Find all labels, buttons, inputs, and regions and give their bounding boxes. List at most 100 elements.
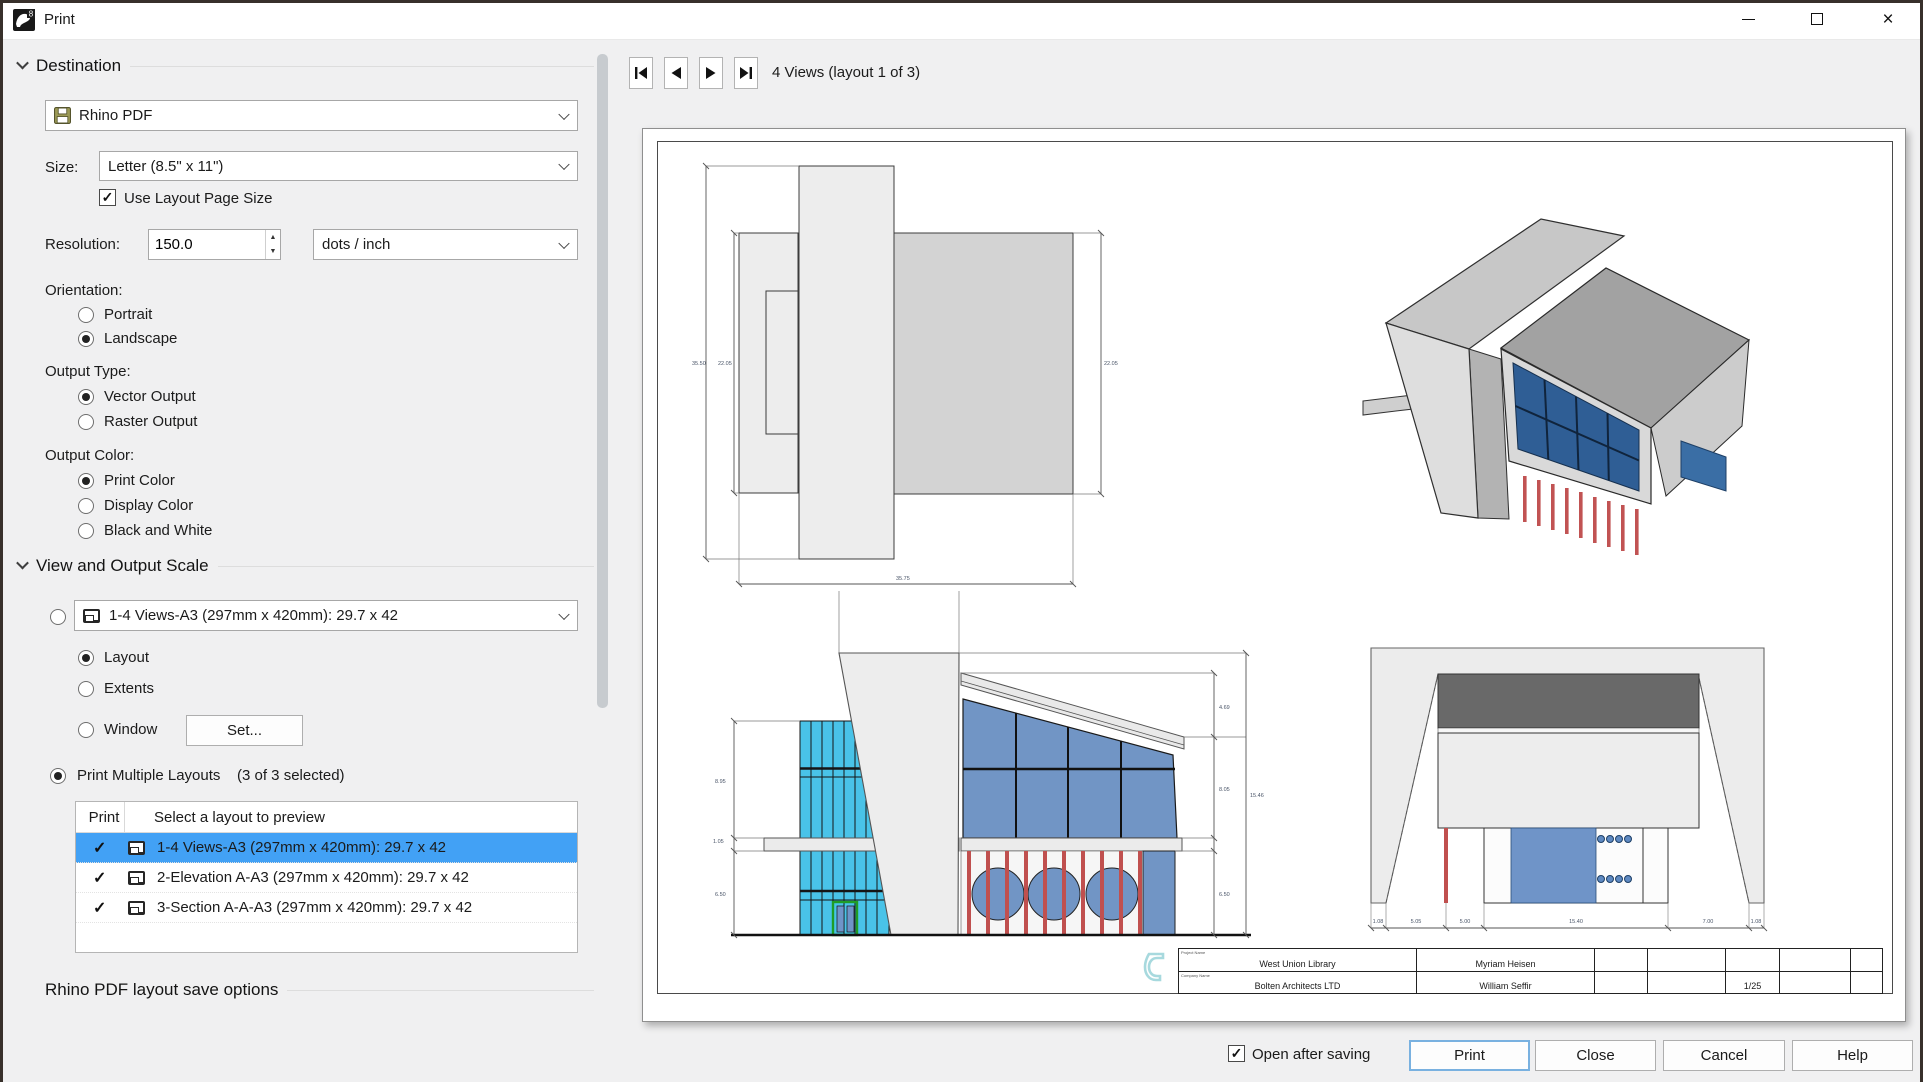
previous-layout-button[interactable]: [664, 57, 688, 89]
svg-text:8: 8: [29, 10, 34, 19]
title-block-row-1: Project Name West Union Library Myriam H…: [1179, 949, 1882, 972]
project-name-value: West Union Library: [1259, 959, 1335, 971]
area-layout-radio[interactable]: [78, 650, 94, 666]
section-dim-2: 5.05: [1411, 919, 1422, 925]
print-multiple-layouts-radio[interactable]: [50, 768, 66, 784]
layout-row-1[interactable]: ✓ 1-4 Views-A3 (297mm x 420mm): 29.7 x 4…: [76, 833, 577, 863]
maximize-icon: [1811, 13, 1823, 25]
resolution-units-value: dots / inch: [322, 236, 390, 253]
close-button[interactable]: ×: [1865, 2, 1911, 36]
spinner-up-icon[interactable]: ▲: [266, 230, 280, 245]
title-bar[interactable]: 8 Print ×: [0, 0, 1923, 40]
output-type-label: Output Type:: [45, 363, 131, 380]
plan-dim-bottom: 35.75: [896, 576, 910, 582]
raster-output-radio[interactable]: [78, 414, 94, 430]
layout-list-header: Print Select a layout to preview: [76, 802, 577, 833]
section-rule: [218, 566, 594, 567]
section-rule: [287, 990, 594, 991]
size-dropdown[interactable]: Letter (8.5" x 11"): [99, 151, 578, 181]
destination-header-label: Destination: [36, 56, 121, 76]
title-block: Project Name West Union Library Myriam H…: [1178, 948, 1883, 994]
single-layout-radio[interactable]: [50, 609, 66, 625]
layout-row-label: 1-4 Views-A3 (297mm x 420mm): 29.7 x 42: [157, 839, 446, 856]
layout-row-3[interactable]: ✓ 3-Section A-A-A3 (297mm x 420mm): 29.7…: [76, 893, 577, 923]
portrait-label: Portrait: [104, 306, 152, 323]
layout-row-2[interactable]: ✓ 2-Elevation A-A3 (297mm x 420mm): 29.7…: [76, 863, 577, 893]
panel-scrollbar-thumb[interactable]: [597, 54, 608, 708]
layout-column-header: Select a layout to preview: [154, 809, 325, 826]
view-output-scale-header-label: View and Output Scale: [36, 556, 209, 576]
titleblock-cell: [1851, 949, 1882, 971]
pdf-save-options-section-header[interactable]: Rhino PDF layout save options: [45, 980, 594, 1000]
size-label: Size:: [45, 159, 78, 176]
layout-scale-value: 1-4 Views-A3 (297mm x 420mm): 29.7 x 42: [109, 607, 398, 624]
minimize-button[interactable]: [1725, 2, 1771, 36]
scale-cell: 1/25: [1726, 972, 1780, 994]
floppy-icon: [54, 107, 71, 124]
layout-scale-dropdown[interactable]: 1-4 Views-A3 (297mm x 420mm): 29.7 x 42: [74, 600, 578, 631]
cancel-button[interactable]: Cancel: [1663, 1040, 1785, 1071]
spinner-down-icon[interactable]: ▼: [266, 245, 280, 260]
landscape-radio[interactable]: [78, 331, 94, 347]
check-icon[interactable]: ✓: [93, 868, 106, 888]
print-color-radio[interactable]: [78, 473, 94, 489]
check-icon: ✓: [1231, 1045, 1243, 1061]
portrait-radio[interactable]: [78, 307, 94, 323]
resolution-units-dropdown[interactable]: dots / inch: [313, 229, 578, 260]
print-multiple-layouts-count: (3 of 3 selected): [237, 767, 345, 784]
area-window-radio[interactable]: [78, 722, 94, 738]
area-extents-radio[interactable]: [78, 681, 94, 697]
vector-output-radio[interactable]: [78, 389, 94, 405]
minimize-icon: [1742, 19, 1755, 20]
plan-dim-right: 22.05: [1104, 361, 1118, 367]
print-column-header: Print: [85, 809, 123, 826]
vector-output-label: Vector Output: [104, 388, 196, 405]
chevron-down-icon: [558, 608, 569, 619]
check-icon[interactable]: ✓: [93, 838, 106, 858]
area-window-label: Window: [104, 721, 157, 738]
printer-dropdown[interactable]: Rhino PDF: [45, 100, 578, 131]
resolution-spinner[interactable]: ▲ ▼: [265, 230, 280, 259]
open-after-saving-checkbox[interactable]: ✓: [1228, 1045, 1245, 1062]
next-layout-button[interactable]: [699, 57, 723, 89]
titleblock-cell: [1648, 949, 1726, 971]
landscape-label: Landscape: [104, 330, 177, 347]
check-icon: ✓: [102, 189, 114, 205]
print-color-label: Print Color: [104, 472, 175, 489]
print-button[interactable]: Print: [1409, 1040, 1530, 1071]
chevron-down-icon: [16, 56, 29, 69]
company-name-cell: Company Name Bolten Architects LTD: [1179, 972, 1417, 994]
plan-view-drawing: 35.50 22.05 22.05 35.75: [691, 159, 1171, 629]
plan-dim-left-inner: 22.05: [718, 361, 732, 367]
display-color-radio[interactable]: [78, 498, 94, 514]
section-dim-1: 1.08: [1373, 919, 1384, 925]
use-layout-page-size-checkbox[interactable]: ✓: [99, 189, 116, 206]
elev-dim-right-2: 8.05: [1219, 787, 1230, 793]
elev-dim-right-1: 4.69: [1219, 705, 1230, 711]
help-button[interactable]: Help: [1792, 1040, 1913, 1071]
layout-page-icon: [128, 901, 145, 915]
title-block-row-2: Company Name Bolten Architects LTD Willi…: [1179, 972, 1882, 994]
preview-status: 4 Views (layout 1 of 3): [772, 64, 920, 81]
project-name-micro-label: Project Name: [1181, 950, 1205, 955]
resolution-stepper[interactable]: ▲ ▼: [148, 229, 281, 260]
destination-section-header[interactable]: Destination: [18, 56, 594, 76]
check-icon[interactable]: ✓: [93, 898, 106, 918]
close-icon: ×: [1882, 10, 1893, 29]
close-dialog-button[interactable]: Close: [1535, 1040, 1656, 1071]
black-and-white-radio[interactable]: [78, 523, 94, 539]
first-layout-button[interactable]: [629, 57, 653, 89]
maximize-button[interactable]: [1794, 2, 1840, 36]
titleblock-cell: [1595, 972, 1648, 994]
print-multiple-layouts-label: Print Multiple Layouts: [77, 767, 220, 784]
resolution-input[interactable]: [149, 230, 265, 259]
section-dim-6: 1.08: [1751, 919, 1762, 925]
view-output-scale-section-header[interactable]: View and Output Scale: [18, 556, 594, 576]
layout-list: Print Select a layout to preview ✓ 1-4 V…: [75, 801, 578, 953]
section-view-drawing: 1.08 5.05 5.00 15.40 7.00 1.08: [1361, 631, 1811, 961]
last-layout-button[interactable]: [734, 57, 758, 89]
plan-dim-left-outer: 35.50: [692, 361, 706, 367]
elev-dim-right-total: 15.46: [1250, 793, 1264, 799]
orientation-label: Orientation:: [45, 282, 123, 299]
set-window-button[interactable]: Set...: [186, 715, 303, 746]
